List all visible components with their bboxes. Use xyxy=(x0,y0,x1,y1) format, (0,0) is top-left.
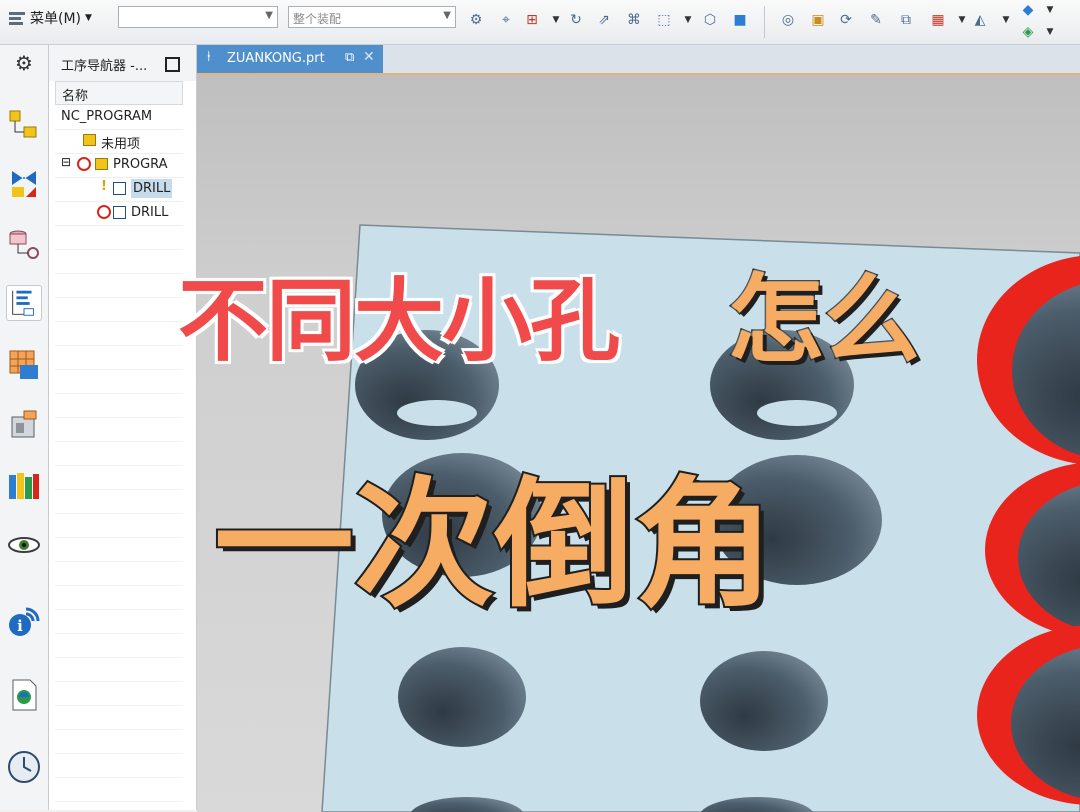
point-icon[interactable]: ⌖ xyxy=(496,10,516,30)
chevron-down-icon: ▼ xyxy=(443,10,451,21)
chevron-down-icon[interactable]: ▼ xyxy=(1040,0,1060,20)
select-box-icon[interactable]: ⬚ xyxy=(654,10,674,30)
cube-icon[interactable]: ■ xyxy=(730,10,750,30)
empty-row xyxy=(55,513,183,538)
folder-icon xyxy=(95,158,108,170)
chevron-down-icon[interactable]: ▼ xyxy=(952,10,972,30)
geometry-view-icon[interactable] xyxy=(6,107,42,143)
program-order-icon[interactable] xyxy=(6,285,42,321)
doc-icon[interactable] xyxy=(6,677,42,713)
empty-row xyxy=(55,633,183,658)
operation-navigator: 工序导航器 -... 名称 NC_PROGRAM 未用项 ⊟ PROGRA ! … xyxy=(49,45,197,810)
chevron-down-icon[interactable]: ▼ xyxy=(996,10,1016,30)
tree-row-program[interactable]: ⊟ PROGRA xyxy=(55,153,183,178)
shape-icon[interactable]: ⬡ xyxy=(700,10,720,30)
navigator-title: 工序导航器 -... xyxy=(61,59,148,74)
pin-icon: ⍿ xyxy=(207,49,211,65)
empty-row xyxy=(55,585,183,610)
empty-row xyxy=(55,681,183,706)
chevron-down-icon[interactable]: ▼ xyxy=(546,10,566,30)
display-icon[interactable]: ▣ xyxy=(808,10,828,30)
warning-icon: ! xyxy=(101,179,107,194)
caption-line1-red: 不同大小孔 xyxy=(177,268,622,376)
document-tab-bar: ⍿ ZUANKONG.prt ⧉ ✕ xyxy=(197,45,1080,73)
empty-row xyxy=(55,705,183,730)
chamfered-holes xyxy=(977,256,1080,805)
caption-line2: 一次倒角 xyxy=(212,462,776,629)
tree-row-nc-program[interactable]: NC_PROGRAM xyxy=(55,105,183,130)
grid-icon[interactable]: ▦ xyxy=(928,10,948,30)
settings-icon[interactable]: ⚙ xyxy=(6,47,42,83)
empty-row xyxy=(55,489,183,514)
menu-icon xyxy=(9,12,25,25)
fit-view-icon[interactable]: ◎ xyxy=(778,10,798,30)
top-toolbar: 菜单(M) ▼ ▼ 整个装配 ▼ ⚙ ⌖ ⊞ ▼ ↻ ⇗ ⌘ ⬚ ▼ ⬡ ■ ◎… xyxy=(0,0,1080,45)
no-entry-icon xyxy=(97,205,111,219)
collapse-icon[interactable]: ⊟ xyxy=(61,155,71,169)
render-icon[interactable]: ◈ xyxy=(1018,22,1038,42)
tree-row-drill-1[interactable]: ! DRILL xyxy=(55,177,183,202)
empty-row xyxy=(55,657,183,682)
eye-icon[interactable] xyxy=(6,527,42,563)
maximize-icon[interactable] xyxy=(165,57,180,72)
empty-row xyxy=(55,465,183,490)
snap-icon[interactable]: ⚙ xyxy=(466,10,486,30)
empty-row xyxy=(55,393,183,418)
machining-method-icon[interactable] xyxy=(6,225,42,261)
chevron-down-icon[interactable]: ▼ xyxy=(1040,22,1060,42)
name-column-header[interactable]: 名称 xyxy=(55,81,183,105)
measure-icon[interactable]: ◭ xyxy=(970,10,990,30)
chevron-down-icon: ▼ xyxy=(265,10,273,21)
type-filter-combo[interactable]: ▼ xyxy=(118,6,278,28)
menu-dropdown-icon: ▼ xyxy=(85,13,92,23)
empty-row xyxy=(55,249,183,274)
empty-row xyxy=(55,441,183,466)
empty-row xyxy=(55,753,183,778)
layers-icon[interactable]: ⧉ xyxy=(896,10,916,30)
empty-row xyxy=(55,777,183,802)
toolbar-divider xyxy=(764,6,765,38)
operation-icon xyxy=(113,182,126,195)
vector-icon[interactable]: ⇗ xyxy=(594,10,614,30)
view-cube-icon[interactable]: ◆ xyxy=(1018,0,1038,20)
menu-label: 菜单(M) xyxy=(30,11,82,27)
empty-row xyxy=(55,273,183,298)
modified-icon: ⧉ xyxy=(345,50,355,65)
info-icon[interactable]: i xyxy=(6,603,42,639)
tree-row-unused[interactable]: 未用项 xyxy=(55,129,183,154)
feature-icon[interactable] xyxy=(6,347,42,383)
caption-line1-orange: 怎么 xyxy=(727,263,922,378)
empty-row xyxy=(55,417,183,442)
rotate-icon[interactable]: ↻ xyxy=(566,10,586,30)
empty-row xyxy=(55,225,183,250)
folder-icon xyxy=(83,134,96,146)
empty-row xyxy=(55,609,183,634)
assembly-scope-combo[interactable]: 整个装配 ▼ xyxy=(288,6,456,28)
operation-icon xyxy=(113,206,126,219)
library-icon[interactable] xyxy=(6,467,42,503)
empty-row xyxy=(55,321,183,346)
machine-icon[interactable] xyxy=(6,407,42,443)
resource-bar: ⚙ i xyxy=(0,45,49,810)
chevron-down-icon[interactable]: ▼ xyxy=(678,10,698,30)
empty-row xyxy=(55,729,183,754)
empty-row xyxy=(55,369,183,394)
menu-button[interactable]: 菜单(M) ▼ xyxy=(8,8,92,28)
empty-row xyxy=(55,537,183,562)
machine-tool-icon[interactable] xyxy=(6,165,42,201)
csys-icon[interactable]: ⌘ xyxy=(624,10,644,30)
refresh-icon[interactable]: ⟳ xyxy=(836,10,856,30)
empty-row xyxy=(55,297,183,322)
add-point-icon[interactable]: ⊞ xyxy=(522,10,542,30)
close-icon[interactable]: ✕ xyxy=(363,49,375,65)
svg-text:i: i xyxy=(17,617,23,635)
clock-icon[interactable] xyxy=(6,749,42,785)
no-entry-icon xyxy=(77,157,91,171)
tree-row-drill-2[interactable]: DRILL xyxy=(55,201,183,226)
navigator-header: 工序导航器 -... xyxy=(49,45,196,81)
tab-zuankong[interactable]: ⍿ ZUANKONG.prt ⧉ ✕ xyxy=(197,45,383,73)
empty-row xyxy=(55,345,183,370)
empty-row xyxy=(55,561,183,586)
brush-icon[interactable]: ✎ xyxy=(866,10,886,30)
